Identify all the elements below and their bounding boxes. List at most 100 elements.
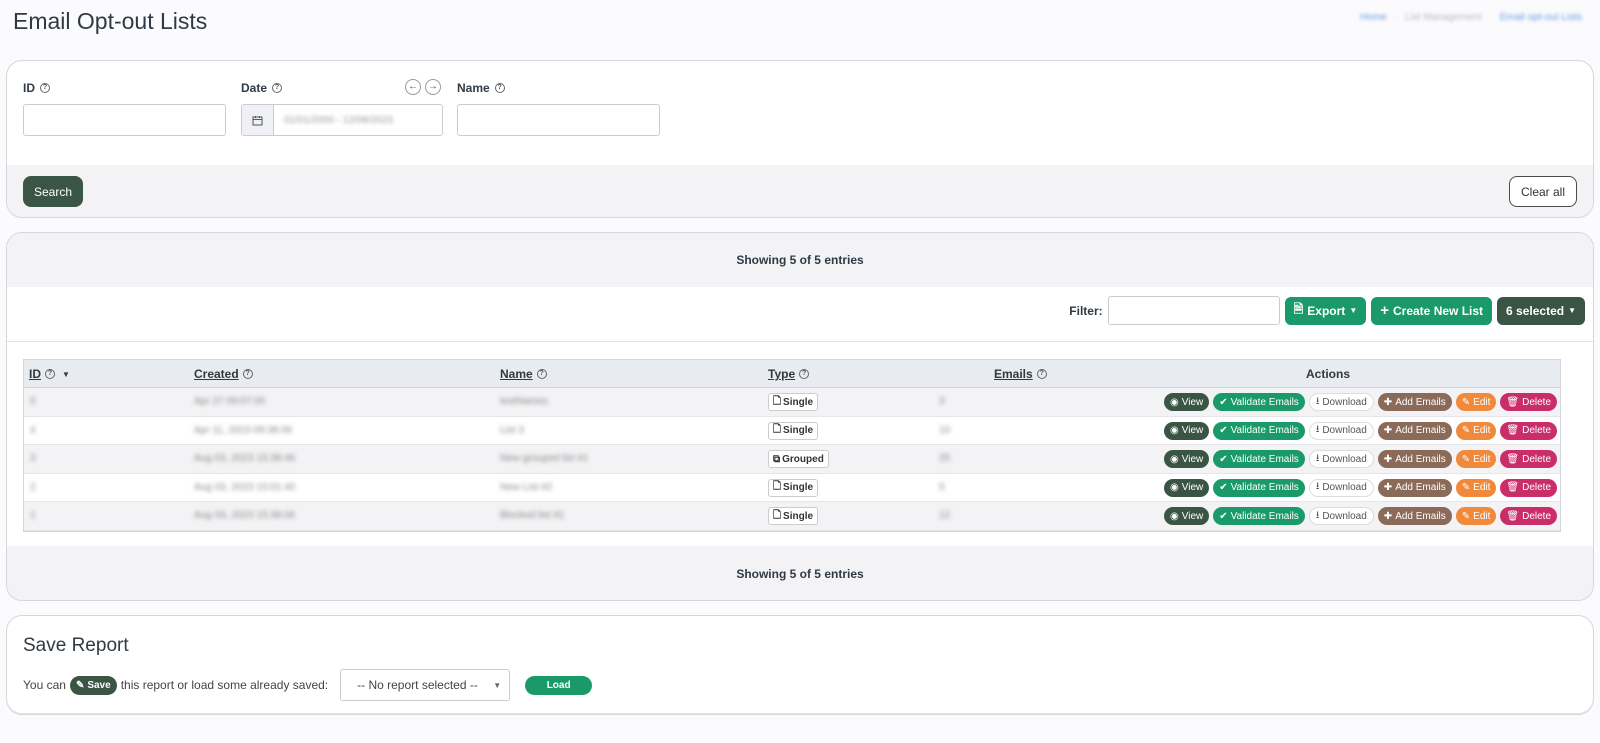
cell-created: Apr 11, 2023 09:38:06 [194,424,293,436]
validate-emails-button[interactable]: ✔ Validate Emails [1213,478,1305,497]
help-icon: ? [45,369,55,379]
cell-name: New List #2 [500,481,553,493]
download-button[interactable]: ⭳ Download [1308,421,1374,440]
save-report-title: Save Report [23,635,129,656]
type-badge: 🗋 Single [768,478,819,497]
delete-button[interactable]: 🗑 Delete [1500,421,1557,440]
table-row: 1 Aug 03, 2023 15:38:06 Blocked list #1 🗋 Si… [24,502,1560,531]
row-actions: ◉ View ✔ Validate Emails ⭳ Download ✚ Add Email… [1164,507,1557,525]
search-button[interactable]: Search [23,176,84,207]
cell-emails: 25 [939,453,951,464]
create-new-list-button[interactable]: + Create New List [1371,296,1493,325]
calendar-icon [242,105,274,135]
validate-emails-button[interactable]: ✔ Validate Emails [1213,393,1305,411]
check-icon: ✔ [1219,425,1228,436]
table-row: 5 Apr 27 09:07:00 testNames 🗋 Single 3 ◉ View ✔ V… [24,388,1560,417]
id-input[interactable] [23,104,226,136]
cell-id: 2 [30,481,36,493]
edit-button[interactable]: ✎ Edit [1455,421,1497,440]
delete-button[interactable]: 🗑 Delete [1500,507,1557,525]
cell-emails: 3 [939,396,945,407]
download-button[interactable]: ⭳ Download [1308,450,1374,468]
column-header-created[interactable]: Created? [194,367,253,381]
cell-emails: 12 [939,510,951,521]
cell-emails: 10 [939,424,951,436]
date-prev-arrow-icon[interactable]: ← [405,79,421,95]
delete-button[interactable]: 🗑 Delete [1500,478,1557,497]
cell-created: Apr 27 09:07:00 [194,396,266,407]
edit-button[interactable]: ✎ Edit [1455,450,1497,468]
view-button[interactable]: ◉ View [1164,478,1210,497]
cell-created: Aug 03, 2023 15:01:40 [194,481,296,493]
clear-all-button[interactable]: Clear all [1508,176,1577,207]
file-icon: 🗋 [773,481,782,492]
file-icon: 🗋 [773,395,782,407]
user-plus-icon: ✚ [1383,453,1393,465]
user-plus-icon: ✚ [1383,425,1393,436]
table-toolbar: Filter: 🗎 Export ▼ + Create New List 6 sele… [1069,296,1585,325]
view-button[interactable]: ◉ View [1164,393,1210,411]
copy-icon: ⧉ [773,453,781,465]
selected-columns-button[interactable]: 6 selected ▼ [1497,296,1585,325]
column-header-type[interactable]: Type? [768,367,810,381]
row-actions: ◉ View ✔ Validate Emails ⭳ Download ✚ Add Email… [1164,421,1557,440]
breadcrumb: Home · List Management · Email opt-out Lis… [1360,12,1582,23]
report-select[interactable]: -- No report selected -- ▼ [340,669,511,701]
column-header-id[interactable]: ID? ▼ [29,367,70,381]
view-button[interactable]: ◉ View [1164,450,1210,468]
validate-emails-button[interactable]: ✔ Validate Emails [1213,507,1305,525]
column-header-name[interactable]: Name? [500,367,547,381]
save-report-button[interactable]: ✎ Save [69,675,117,695]
column-header-actions: Actions [1306,367,1351,381]
type-badge: ⧉ Grouped [768,450,829,468]
filter-input[interactable] [1107,296,1280,325]
download-button[interactable]: ⭳ Download [1308,393,1374,411]
breadcrumb-current[interactable]: Email opt-out Lists [1500,12,1582,23]
column-header-emails[interactable]: Emails? [994,367,1047,381]
validate-emails-button[interactable]: ✔ Validate Emails [1213,421,1305,440]
save-report-panel: Save Report You can ✎ Save this report or… [6,615,1594,715]
eye-icon: ◉ [1170,425,1179,436]
name-input[interactable] [457,104,660,136]
entries-count-bottom: Showing 5 of 5 entries [7,546,1593,600]
breadcrumb-home[interactable]: Home [1360,12,1387,23]
download-button[interactable]: ⭳ Download [1308,478,1374,497]
add-emails-button[interactable]: ✚ Add Emails [1377,393,1452,411]
download-button[interactable]: ⭳ Download [1308,507,1374,525]
add-emails-button[interactable]: ✚ Add Emails [1377,507,1452,525]
help-icon[interactable]: ? [40,83,50,93]
edit-button[interactable]: ✎ Edit [1455,393,1497,411]
caret-down-icon: ▼ [1349,306,1358,315]
cell-name: Blocked list #1 [500,510,565,521]
download-icon: ⭳ [1315,509,1320,521]
validate-emails-button[interactable]: ✔ Validate Emails [1213,450,1305,468]
date-range-input[interactable]: 01/01/2000 - 12/08/2023 [241,104,443,136]
export-button[interactable]: 🗎 Export ▼ [1284,296,1367,325]
add-emails-button[interactable]: ✚ Add Emails [1377,421,1452,440]
row-actions: ◉ View ✔ Validate Emails ⭳ Download ✚ Add Email… [1164,478,1557,497]
cell-id: 3 [30,453,36,464]
sort-desc-icon: ▼ [62,369,70,379]
date-next-arrow-icon[interactable]: → [425,79,441,95]
trash-icon: 🗑 [1506,482,1520,493]
delete-button[interactable]: 🗑 Delete [1500,450,1557,468]
edit-button[interactable]: ✎ Edit [1455,507,1497,525]
opt-out-lists-table: ID? ▼ Created? Name? Type? Emails? Action… [23,359,1561,532]
load-report-button[interactable]: Load [525,675,593,695]
cell-name: testNames [500,396,548,407]
check-icon: ✔ [1219,510,1228,522]
table-row: 2 Aug 03, 2023 15:01:40 New List #2 🗋 Single… [24,473,1560,502]
add-emails-button[interactable]: ✚ Add Emails [1377,450,1452,468]
delete-button[interactable]: 🗑 Delete [1500,393,1557,411]
search-footer: Search Clear all [7,165,1593,217]
edit-button[interactable]: ✎ Edit [1455,478,1497,497]
cell-name: List 3 [500,424,524,436]
view-button[interactable]: ◉ View [1164,421,1210,440]
help-icon[interactable]: ? [272,83,283,93]
add-emails-button[interactable]: ✚ Add Emails [1377,478,1452,497]
help-icon[interactable]: ? [494,83,505,93]
view-button[interactable]: ◉ View [1164,507,1210,525]
user-plus-icon: ✚ [1383,510,1393,522]
download-icon: ⭳ [1315,395,1320,407]
entries-count-top: Showing 5 of 5 entries [7,233,1593,287]
